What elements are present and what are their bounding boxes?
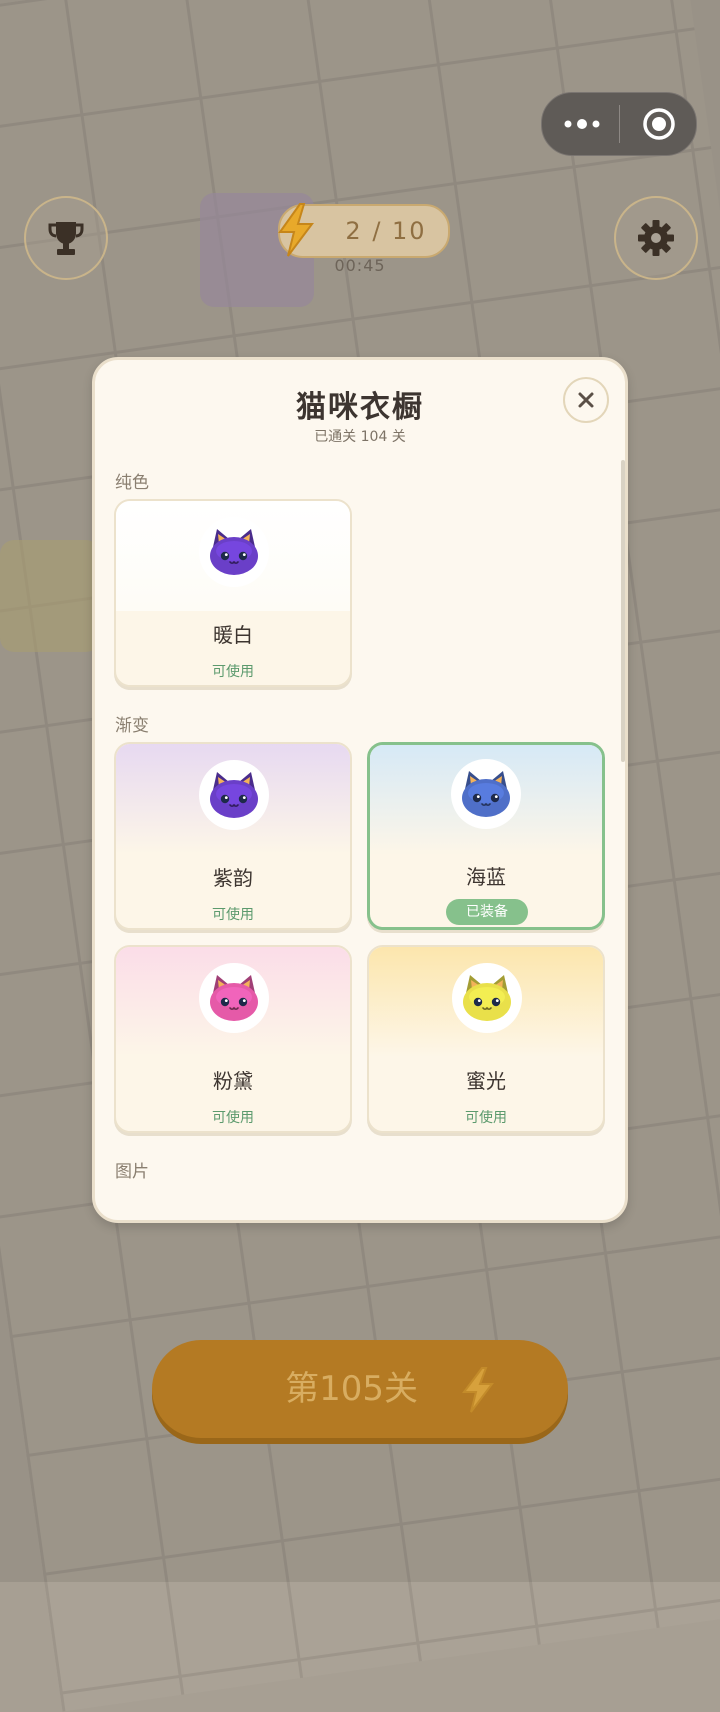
target-circle-icon[interactable] bbox=[642, 107, 676, 141]
start-level-button[interactable]: 第105关 bbox=[152, 1340, 568, 1438]
miniprogram-capsule bbox=[541, 92, 697, 156]
skin-name: 紫韵 bbox=[213, 866, 253, 890]
settings-button[interactable] bbox=[614, 196, 698, 280]
close-button[interactable] bbox=[563, 377, 609, 423]
skin-status: 可使用 bbox=[212, 664, 254, 680]
trophy-icon bbox=[48, 222, 84, 255]
skin-status: 可使用 bbox=[212, 1110, 254, 1126]
cat-avatar bbox=[451, 759, 521, 829]
skin-card-ocean-blue[interactable]: 海蓝 已装备 bbox=[367, 742, 605, 930]
energy-counter: 2 / 10 bbox=[278, 203, 450, 258]
modal-scrollbar[interactable] bbox=[621, 460, 625, 762]
equipped-badge: 已装备 bbox=[446, 899, 528, 925]
section-image: 图片 bbox=[115, 1162, 149, 1182]
skin-name: 蜜光 bbox=[466, 1069, 506, 1093]
capsule-divider bbox=[619, 105, 620, 143]
cat-wardrobe-modal: 猫咪衣橱 已通关 104 关 纯色 暖白 可使用 渐变 紫韵 可使用 海蓝 已装… bbox=[92, 357, 628, 1223]
skin-status: 可使用 bbox=[465, 1110, 507, 1126]
cat-avatar bbox=[199, 760, 269, 830]
skin-status: 可使用 bbox=[212, 907, 254, 923]
start-level-label: 第105关 bbox=[285, 1369, 418, 1409]
cat-avatar bbox=[199, 963, 269, 1033]
skin-name: 暖白 bbox=[213, 623, 253, 647]
skin-card-warm-white[interactable]: 暖白 可使用 bbox=[114, 499, 352, 687]
close-icon bbox=[578, 392, 594, 408]
cleared-levels-text: 已通关 104 关 bbox=[314, 429, 406, 445]
skin-card-pink[interactable]: 粉黛 可使用 bbox=[114, 945, 352, 1133]
lightning-icon bbox=[278, 203, 314, 257]
skin-card-purple[interactable]: 紫韵 可使用 bbox=[114, 742, 352, 930]
more-dots-icon[interactable] bbox=[562, 112, 602, 136]
section-gradient: 渐变 bbox=[115, 716, 149, 736]
lightning-icon bbox=[462, 1367, 494, 1413]
cat-face-icon bbox=[210, 529, 258, 575]
section-solid: 纯色 bbox=[115, 473, 149, 493]
cat-avatar bbox=[199, 517, 269, 587]
modal-title: 猫咪衣橱 bbox=[296, 390, 424, 425]
level-timer: 00:45 bbox=[334, 256, 386, 275]
skin-name: 粉黛 bbox=[213, 1069, 253, 1093]
rank-button[interactable] bbox=[24, 196, 108, 280]
skin-card-honey[interactable]: 蜜光 可使用 bbox=[367, 945, 605, 1133]
cat-face-icon bbox=[210, 772, 258, 818]
energy-text: 2 / 10 bbox=[345, 217, 427, 245]
skin-name: 海蓝 bbox=[466, 865, 506, 889]
cat-face-icon bbox=[210, 975, 258, 1021]
cat-avatar bbox=[452, 963, 522, 1033]
cat-face-icon bbox=[463, 975, 511, 1021]
cat-face-icon bbox=[462, 771, 510, 817]
gear-icon bbox=[638, 220, 674, 256]
